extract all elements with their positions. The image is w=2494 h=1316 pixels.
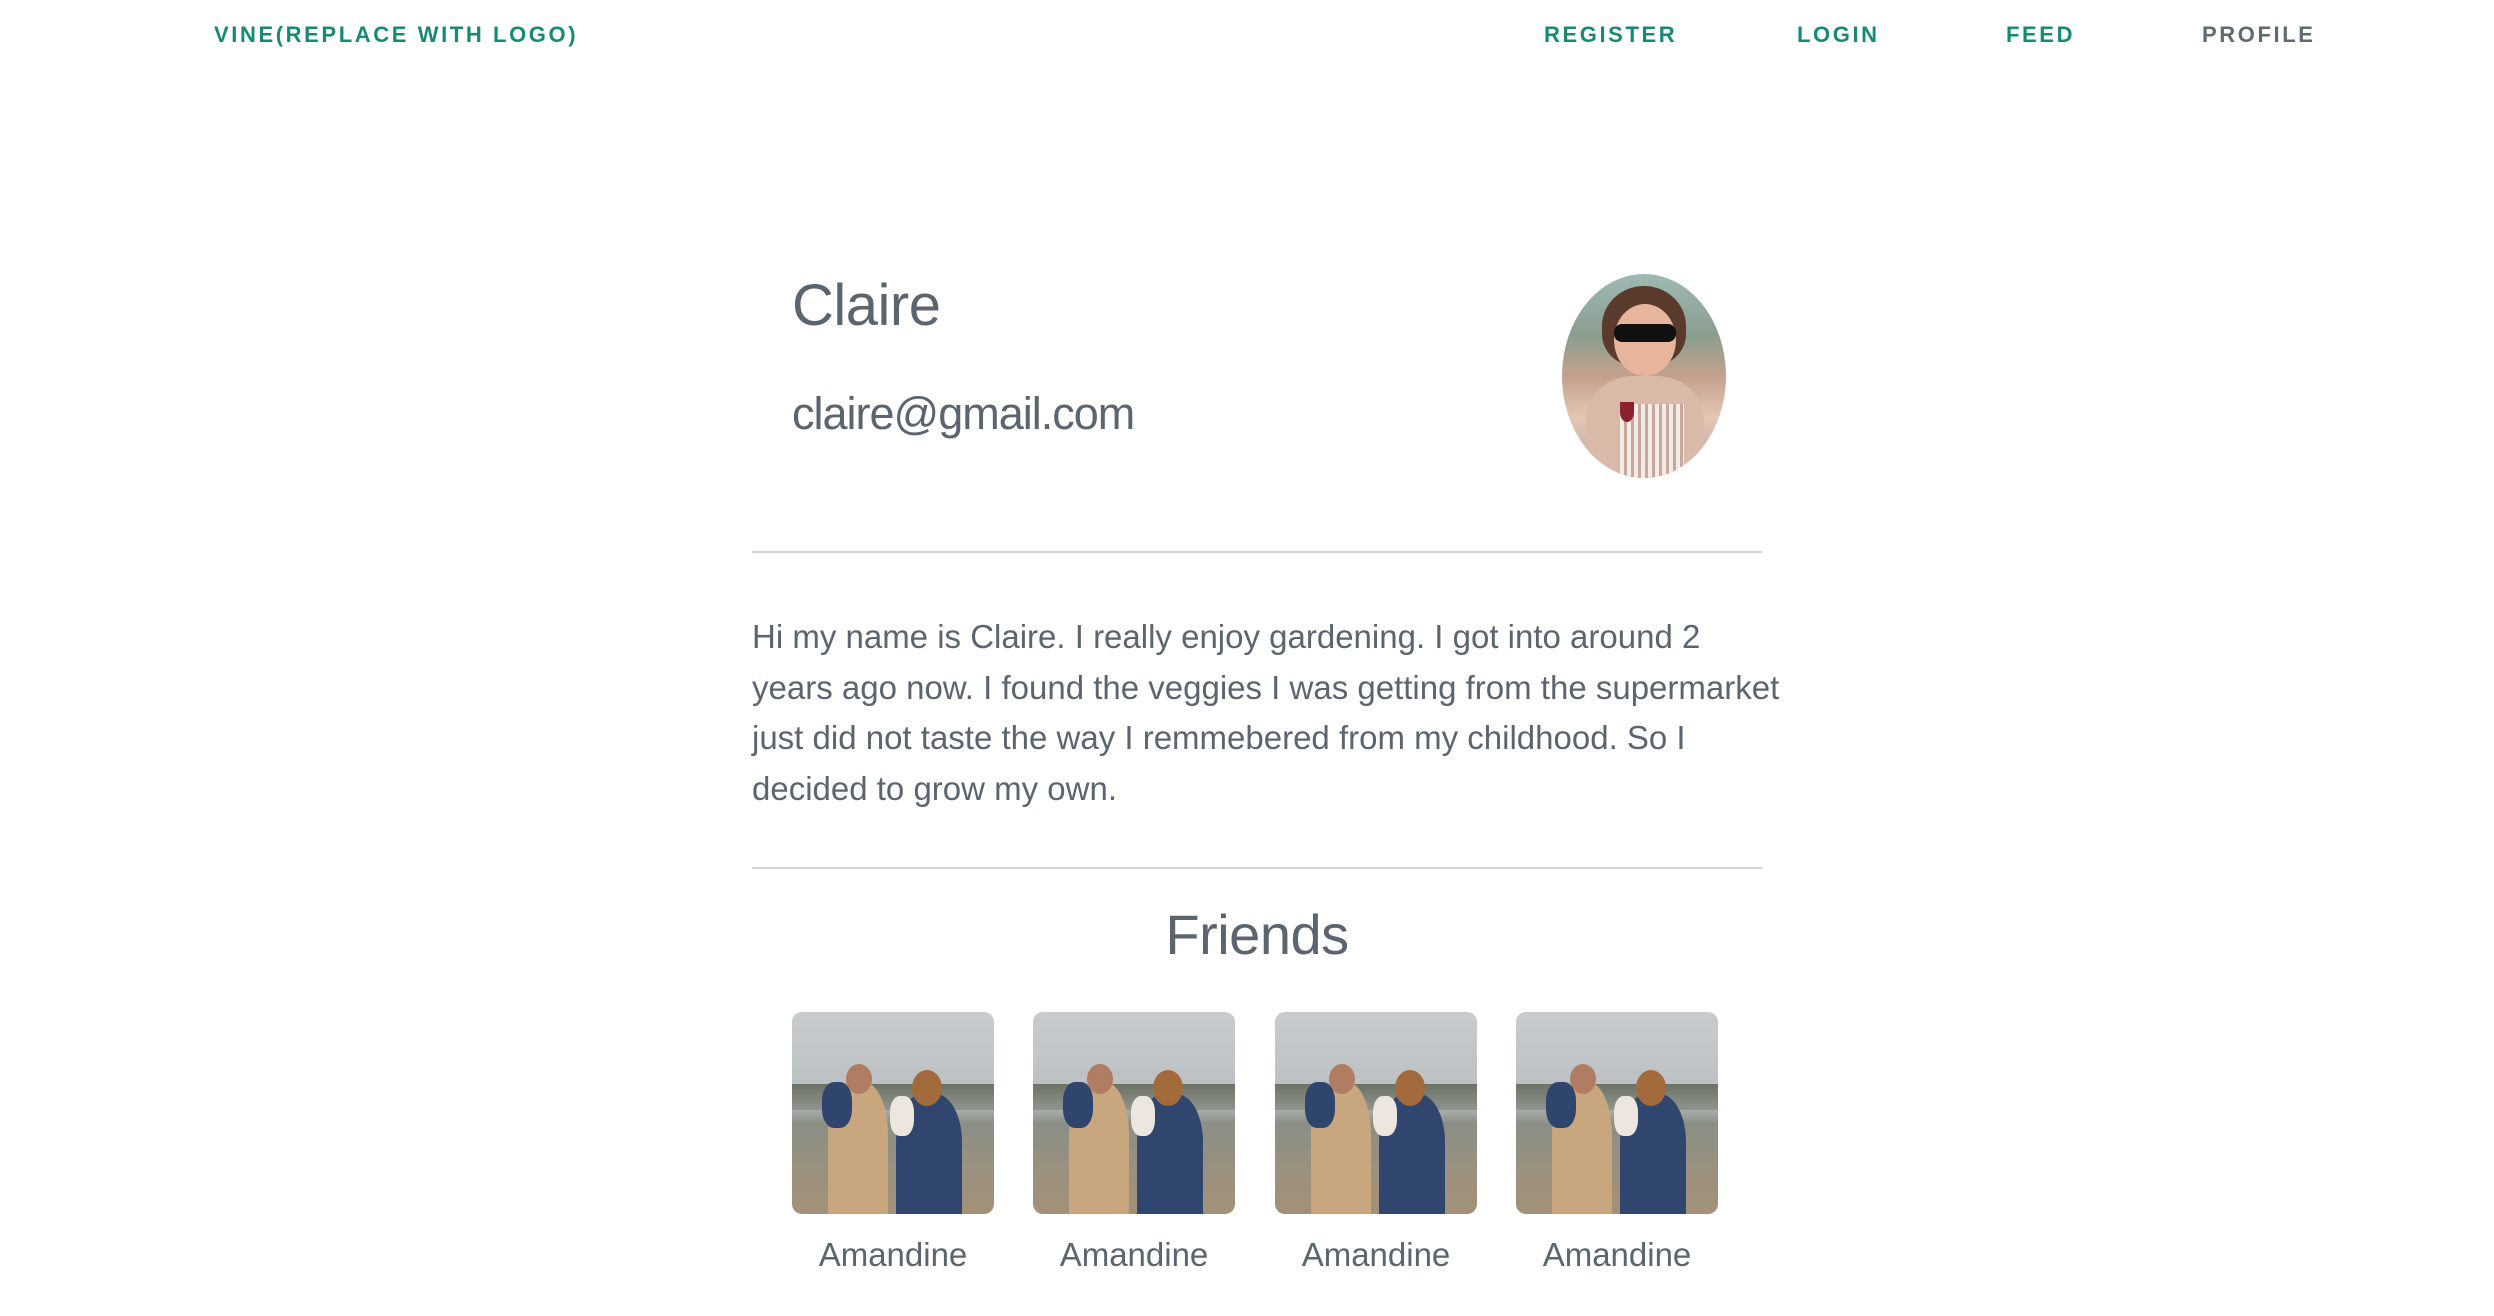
nav-link-feed[interactable]: FEED <box>2006 22 2075 48</box>
friend-photo[interactable] <box>1033 1012 1235 1214</box>
friend-card[interactable]: Amandine <box>792 1012 994 1274</box>
nav-link-profile[interactable]: PROFILE <box>2202 22 2316 48</box>
friend-name[interactable]: Amandine <box>792 1236 994 1274</box>
friend-name[interactable]: Amandine <box>1516 1236 1718 1274</box>
profile-name: Claire <box>792 273 941 338</box>
friend-photo[interactable] <box>1275 1012 1477 1214</box>
profile-avatar <box>1562 274 1726 478</box>
navbar: VINE(REPLACE WITH LOGO) REGISTER LOGIN F… <box>0 0 2494 70</box>
profile-bio: Hi my name is Claire. I really enjoy gar… <box>752 618 1780 807</box>
nav-link-register[interactable]: REGISTER <box>1544 22 1677 48</box>
nav-link-login[interactable]: LOGIN <box>1797 22 1880 48</box>
friend-photo[interactable] <box>792 1012 994 1214</box>
divider <box>752 551 1762 553</box>
divider <box>752 867 1762 869</box>
friend-card[interactable]: Amandine <box>1275 1012 1477 1274</box>
friend-name[interactable]: Amandine <box>1275 1236 1477 1274</box>
friend-card[interactable]: Amandine <box>1516 1012 1718 1274</box>
friends-heading: Friends <box>1165 903 1349 966</box>
friend-card[interactable]: Amandine <box>1033 1012 1235 1274</box>
sunglasses-icon <box>1614 324 1676 342</box>
brand-logo-link[interactable]: VINE(REPLACE WITH LOGO) <box>214 22 578 48</box>
profile-email: claire@gmail.com <box>792 388 1135 439</box>
friend-photo[interactable] <box>1516 1012 1718 1214</box>
friend-name[interactable]: Amandine <box>1033 1236 1235 1274</box>
